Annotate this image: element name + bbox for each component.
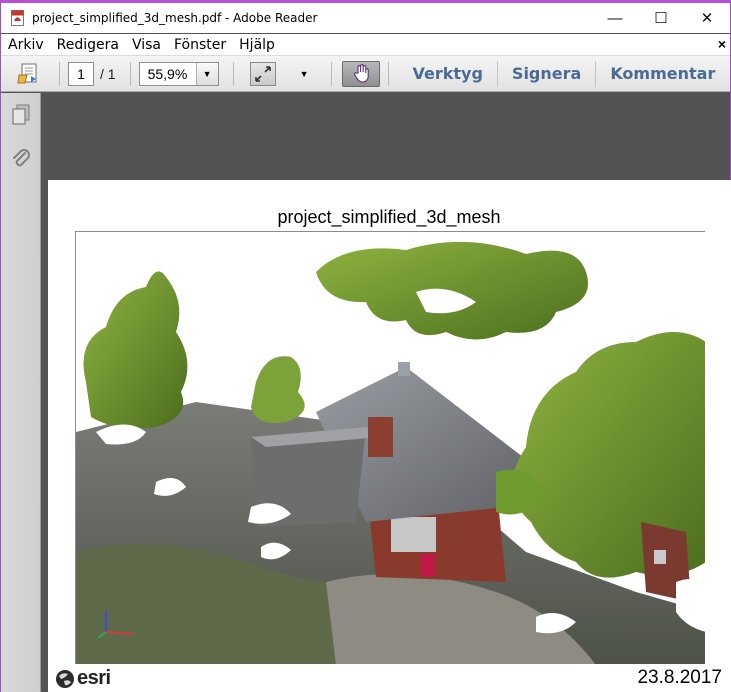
toolbar-separator: [59, 61, 60, 86]
folder-icon: [17, 63, 37, 83]
globe-icon: [56, 669, 74, 688]
menu-hjalp[interactable]: Hjälp: [232, 37, 281, 53]
expand-icon: [254, 65, 271, 82]
fit-page-button[interactable]: [249, 61, 276, 86]
close-button[interactable]: ✕: [684, 3, 730, 33]
map-title: project_simplified_3d_mesh: [277, 207, 501, 227]
pdf-icon: [11, 10, 24, 26]
pdf-page: project_simplified_3d_mesh esri 23.8.201…: [48, 180, 731, 692]
page-thumbnails-button[interactable]: [1, 93, 41, 137]
pages-icon: [12, 104, 30, 125]
esri-logo: esri: [55, 667, 111, 690]
more-tools-dropdown[interactable]: ▼: [300, 69, 309, 79]
document-close-button[interactable]: ×: [718, 36, 726, 52]
comment-link[interactable]: Kommentar: [596, 64, 729, 83]
sign-link[interactable]: Signera: [498, 64, 595, 83]
window-title: project_simplified_3d_mesh.pdf - Adobe R…: [32, 11, 318, 25]
mesh-scene-image: [76, 241, 705, 664]
attachments-button[interactable]: [1, 137, 41, 181]
toolbar-separator: [129, 61, 131, 86]
map-date: 23.8.2017: [637, 667, 722, 688]
menu-arkiv[interactable]: Arkiv: [1, 37, 50, 53]
open-button[interactable]: [15, 61, 43, 87]
maximize-button[interactable]: ☐: [638, 3, 684, 33]
chevron-down-icon[interactable]: ▼: [195, 62, 218, 85]
hand-tool-button[interactable]: [341, 60, 380, 87]
title-bar[interactable]: project_simplified_3d_mesh.pdf - Adobe R…: [1, 3, 730, 33]
toolbar-separator: [330, 61, 332, 86]
toolbar: 1 / 1 55,9% ▼ ▼ Verktyg Signera Kommenta…: [1, 56, 730, 92]
toolbar-separator: [232, 61, 234, 86]
menu-visa[interactable]: Visa: [125, 37, 167, 53]
map-frame: [75, 231, 705, 664]
paperclip-icon: [13, 149, 30, 167]
menu-fonster[interactable]: Fönster: [167, 37, 232, 53]
menu-redigera[interactable]: Redigera: [50, 37, 125, 53]
zoom-select[interactable]: 55,9% ▼: [138, 61, 219, 86]
tools-link[interactable]: Verktyg: [399, 64, 497, 83]
toolbar-separator: [387, 61, 389, 86]
zoom-value: 55,9%: [147, 65, 188, 82]
page-total: / 1: [100, 65, 116, 82]
minimize-button[interactable]: —: [592, 3, 638, 33]
menu-bar: Arkiv Redigera Visa Fönster Hjälp ×: [1, 34, 730, 56]
page-number-input[interactable]: 1: [68, 61, 94, 86]
app-window: project_simplified_3d_mesh.pdf - Adobe R…: [0, 0, 731, 692]
document-workspace[interactable]: project_simplified_3d_mesh esri 23.8.201…: [42, 93, 731, 692]
navigation-pane: [1, 93, 41, 692]
hand-icon: [353, 63, 369, 83]
esri-logo-text: esri: [77, 667, 111, 689]
